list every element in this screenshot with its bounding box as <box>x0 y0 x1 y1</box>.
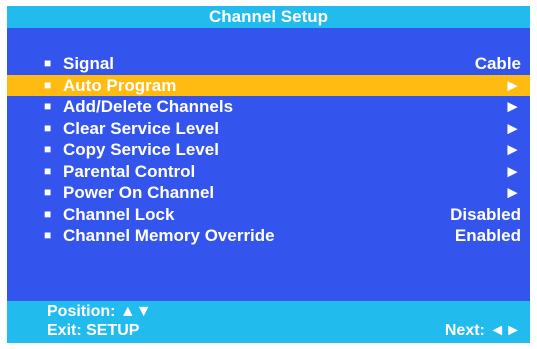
submenu-arrow-icon: ► <box>504 140 521 159</box>
menu-item-label: Auto Program <box>63 75 177 95</box>
menu-item-label: Add/Delete Channels <box>63 97 234 116</box>
menu-item-power-on-channel[interactable]: ■ Power On Channel ► <box>7 182 530 204</box>
menu-item-label: Power On Channel <box>63 183 215 202</box>
channel-setup-screen: Channel Setup ■ Signal Cable ■ Auto Prog… <box>7 6 530 343</box>
submenu-arrow-icon: ► <box>504 118 521 138</box>
bullet-icon: ■ <box>44 228 52 242</box>
menu-item-channel-lock[interactable]: ■ Channel Lock Disabled <box>7 204 530 226</box>
menu-item-label: Clear Service Level <box>63 118 219 138</box>
position-hint: Position: ▲▼ <box>47 303 152 320</box>
menu-item-channel-memory-override[interactable]: ■ Channel Memory Override Enabled <box>7 225 530 247</box>
menu-item-parental-control[interactable]: ■ Parental Control ► <box>7 161 530 183</box>
next-hint: Next: ◄► <box>444 322 521 339</box>
help-footer: Position: ▲▼ Exit: SETUP Next: ◄► <box>7 301 530 343</box>
bullet-icon: ■ <box>44 163 52 178</box>
menu-item-label: Parental Control <box>63 161 196 181</box>
channel-setup-menu: ■ Signal Cable ■ Auto Program ► ■ Add/De… <box>7 53 530 247</box>
bullet-icon: ■ <box>44 99 52 113</box>
menu-item-label: Signal <box>63 54 115 73</box>
submenu-arrow-icon: ► <box>504 75 521 95</box>
menu-item-value: Enabled <box>454 226 521 245</box>
menu-item-add-delete-channels[interactable]: ■ Add/Delete Channels ► <box>7 96 530 118</box>
menu-item-label: Copy Service Level <box>63 140 219 159</box>
bullet-icon: ■ <box>44 185 52 199</box>
bullet-icon: ■ <box>44 77 52 92</box>
menu-item-copy-service-level[interactable]: ■ Copy Service Level ► <box>7 139 530 161</box>
submenu-arrow-icon: ► <box>504 161 521 181</box>
menu-item-label: Channel Memory Override <box>63 226 275 245</box>
menu-item-label: Channel Lock <box>63 204 175 224</box>
menu-item-clear-service-level[interactable]: ■ Clear Service Level ► <box>7 118 530 140</box>
menu-item-signal[interactable]: ■ Signal Cable <box>7 53 530 75</box>
bullet-icon: ■ <box>44 56 52 70</box>
submenu-arrow-icon: ► <box>504 183 521 202</box>
page-title: Channel Setup <box>7 6 530 28</box>
menu-item-value: Disabled <box>450 204 521 224</box>
menu-item-auto-program[interactable]: ■ Auto Program ► <box>7 74 530 96</box>
bullet-icon: ■ <box>44 120 52 135</box>
exit-hint: Exit: SETUP <box>47 322 140 339</box>
submenu-arrow-icon: ► <box>504 97 521 116</box>
menu-item-value: Cable <box>474 54 521 73</box>
bullet-icon: ■ <box>44 206 52 221</box>
bullet-icon: ■ <box>44 142 52 156</box>
